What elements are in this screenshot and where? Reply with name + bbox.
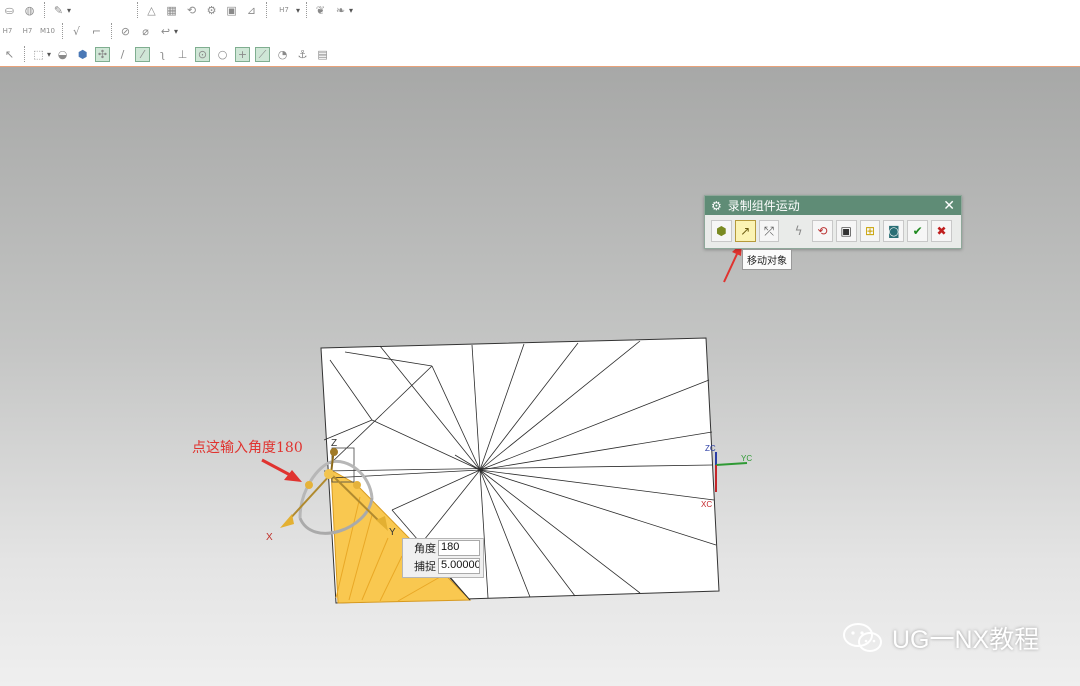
rotate-handle-ball[interactable]: [353, 481, 361, 489]
x-axis-arrow[interactable]: [280, 514, 294, 528]
close-icon[interactable]: ✕: [943, 197, 955, 214]
weld-icon[interactable]: H7: [273, 3, 295, 18]
manipulator-x-label: X: [266, 532, 273, 543]
paint-bucket-icon[interactable]: ⛀: [2, 3, 17, 18]
wcs-xc-label: XC: [701, 500, 712, 509]
watermark-text: UG一NX教程: [892, 626, 1040, 654]
bucket-icon[interactable]: ✎: [51, 3, 66, 18]
toolbar-separator: [137, 2, 139, 18]
rotate-xc-icon[interactable]: ⟲: [811, 220, 833, 242]
toolbar-separator: [44, 2, 46, 18]
wcs-zc-label: ZC: [705, 444, 716, 453]
snap-point-icon[interactable]: ✣: [95, 46, 111, 62]
snap-icon[interactable]: ⤱: [758, 220, 780, 242]
triangle-icon[interactable]: △: [144, 3, 159, 18]
assembly-icon[interactable]: ⚙: [204, 3, 219, 18]
circle-icon[interactable]: ○: [215, 47, 230, 62]
component-icon[interactable]: ⬢: [711, 220, 732, 242]
weld-symbol-icon[interactable]: ⌐: [89, 24, 104, 39]
tolerance-icon[interactable]: ⊿: [244, 3, 259, 18]
no-symbol-icon[interactable]: ⌀: [138, 24, 153, 39]
cylinder-icon[interactable]: ◍: [22, 3, 37, 18]
plus-icon[interactable]: +: [235, 46, 251, 62]
pointer-icon[interactable]: ↖: [2, 47, 17, 62]
circle-center-icon[interactable]: ⊙: [195, 46, 211, 62]
model-scene: Z X Y ZC YC XC: [261, 243, 752, 604]
dropdown-arrow-icon[interactable]: ▾: [349, 6, 353, 15]
view-icon[interactable]: ◒: [55, 47, 70, 62]
toolbar-separator: [306, 2, 308, 18]
rotate-icon[interactable]: ⟲: [184, 3, 199, 18]
watermark: UG一NX教程: [842, 620, 1039, 656]
wechat-icon: [843, 623, 882, 652]
dropdown-arrow-icon[interactable]: ▾: [296, 6, 300, 15]
snap-label: 捕捉: [414, 561, 436, 573]
toolbar-separator: [24, 46, 26, 62]
snap-input[interactable]: 5.00000: [438, 558, 480, 574]
hole-callout-icon[interactable]: H7: [0, 24, 15, 39]
dropdown-arrow-icon[interactable]: ▾: [174, 27, 178, 36]
anchor-icon[interactable]: ⚓: [295, 47, 310, 62]
camera-pin-icon[interactable]: ▣: [835, 220, 857, 242]
record-component-motion-dialog: ⚙ 录制组件运动 ✕ ⬢ ↗ ⤱ ϟ ⟲ ▣ ⊞ ◙ ✔ ✖: [704, 195, 962, 249]
drawing-icon[interactable]: ▣: [224, 3, 239, 18]
angle-input[interactable]: 180: [438, 540, 480, 556]
cube-icon[interactable]: ⬢: [75, 47, 90, 62]
angle-input-box: 角度 180 捕捉 5.00000: [402, 538, 484, 578]
rotate-handle-ball[interactable]: [305, 481, 313, 489]
move-object-icon[interactable]: ↗: [734, 220, 756, 242]
dialog-toolbar: ⬢ ↗ ⤱ ϟ ⟲ ▣ ⊞ ◙ ✔ ✖: [705, 215, 961, 247]
toolbar-separator: [62, 23, 64, 39]
gear-icon: ⚙: [711, 198, 722, 213]
curve-icon[interactable]: ʅ: [155, 47, 170, 62]
dropdown-arrow-icon[interactable]: ▾: [67, 6, 71, 15]
tolerance-frame-icon[interactable]: H7: [20, 24, 35, 39]
slash-icon[interactable]: ⟋: [255, 46, 271, 62]
circle-slash-icon[interactable]: ⊘: [118, 24, 133, 39]
dropdown-arrow-icon[interactable]: ▾: [47, 50, 51, 59]
cancel-icon[interactable]: ✖: [931, 220, 952, 242]
lightning-icon[interactable]: ϟ: [788, 220, 809, 242]
arc-icon[interactable]: ◔: [275, 47, 290, 62]
toolbar-separator: [111, 23, 113, 39]
surface-finish-icon[interactable]: √: [69, 24, 84, 39]
annotation-text: 点这输入角度180: [192, 440, 303, 456]
angle-label: 角度: [414, 543, 436, 555]
graphics-viewport[interactable]: Z X Y ZC YC XC: [0, 67, 1080, 686]
select-box-icon[interactable]: ⬚: [31, 47, 46, 62]
z-axis-tip[interactable]: [330, 448, 338, 456]
manipulator-z-label: Z: [331, 438, 337, 449]
move-object-tooltip: 移动对象: [742, 249, 792, 270]
assembly-tree-icon[interactable]: ⊞: [859, 220, 881, 242]
arrow-up-icon[interactable]: ⊥: [175, 47, 190, 62]
dialog-title: 录制组件运动: [727, 199, 800, 213]
weld-2-icon[interactable]: ❦: [313, 3, 328, 18]
book-icon[interactable]: ▤: [315, 47, 330, 62]
line-icon[interactable]: /: [115, 47, 130, 62]
arrow-icon[interactable]: ↩: [158, 24, 173, 39]
rotate-handle-ball[interactable]: [324, 469, 334, 479]
wcs-yc-label: YC: [741, 454, 752, 463]
manipulator-y-label: Y: [389, 527, 396, 538]
toolbar-separator: [266, 2, 268, 18]
grid-icon[interactable]: ▦: [164, 3, 179, 18]
weld-3-icon[interactable]: ❧: [333, 3, 348, 18]
dialog-title-bar[interactable]: ⚙ 录制组件运动 ✕: [705, 196, 961, 215]
draw-line-icon[interactable]: ⁄: [135, 46, 151, 62]
main-toolbar: ⛀ ◍ ✎ ▾ △ ▦ ⟲ ⚙ ▣ ⊿ H7 ▾ ❦ ❧ ▾ H7 H7 M10 √ …: [0, 0, 1080, 67]
ok-icon[interactable]: ✔: [907, 220, 929, 242]
camera-icon[interactable]: ◙: [883, 220, 905, 242]
datum-icon[interactable]: M10: [40, 24, 55, 39]
